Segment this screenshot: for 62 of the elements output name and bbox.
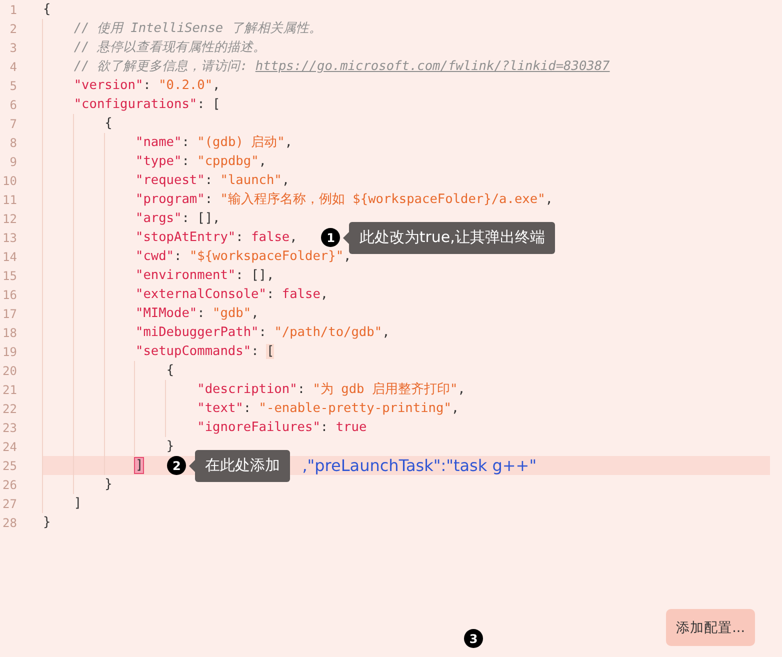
line-number: 13 (2, 230, 17, 244)
line-number: 9 (8, 154, 17, 168)
code-line: "MIMode": "gdb", (43, 304, 259, 323)
code-line: // 悬停以查看现有属性的描述。 (43, 38, 266, 57)
code-line: "text": "-enable-pretty-printing", (43, 399, 460, 418)
line-number: 15 (2, 268, 17, 282)
line-number: 22 (2, 402, 17, 416)
code-line: ] (43, 494, 82, 513)
line-number: 12 (2, 212, 17, 226)
annotation-text: ,"preLaunchTask":"task g++" (302, 456, 537, 475)
code-line: "miDebuggerPath": "/path/to/gdb", (43, 323, 390, 342)
code-line: { (43, 114, 112, 133)
line-number: 10 (2, 174, 17, 188)
bracket-highlight: [ (266, 344, 274, 359)
code-line: { (43, 361, 174, 380)
line-number: 11 (2, 192, 17, 206)
line-number: 5 (8, 78, 17, 92)
code-line: // 使用 IntelliSense 了解相关属性。 (43, 19, 322, 38)
line-number: 14 (2, 250, 17, 264)
code-line: "configurations": [ (43, 95, 220, 114)
line-number: 17 (2, 306, 17, 320)
line-number: 25 (2, 458, 17, 472)
code-line: "description": "为 gdb 启用整齐打印", (43, 380, 466, 399)
code-line: "type": "cppdbg", (43, 152, 266, 171)
code-line: "externalConsole": false, (43, 285, 328, 304)
line-number: 7 (8, 116, 17, 130)
line-number: 16 (2, 288, 17, 302)
line-number: 24 (2, 440, 17, 454)
code-line: "args": [], (43, 209, 220, 228)
number-badge: 2 (167, 456, 186, 475)
code-line: } (43, 475, 112, 494)
line-number: 2 (8, 22, 17, 36)
code-line: "setupCommands": [ (43, 342, 274, 361)
code-line: "stopAtEntry": false, (43, 228, 298, 247)
line-number: 8 (8, 136, 17, 150)
line-number: 28 (2, 516, 17, 530)
code-line: "version": "0.2.0", (43, 76, 220, 95)
line-number: 21 (2, 382, 17, 396)
code-line: "ignoreFailures": true (43, 418, 367, 437)
line-number: 6 (8, 98, 17, 112)
code-line: // 欲了解更多信息，请访问: https://go.microsoft.com/fwlink/?linkid=830387 (43, 57, 610, 76)
line-number: 20 (2, 364, 17, 378)
callout-tooltip: 在此处添加 (189, 450, 290, 482)
number-badge: 3 (464, 629, 483, 648)
line-number: 1 (8, 2, 17, 16)
line-number: 27 (2, 496, 17, 510)
bracket-highlight: ] (135, 458, 144, 473)
code-line: } (43, 437, 174, 456)
code-line: { (43, 1, 51, 19)
line-number: 26 (2, 478, 17, 492)
code-line: "program": "输入程序名称，例如 ${workspaceFolder}/a.exe", (43, 190, 553, 209)
line-number: 19 (2, 344, 17, 358)
code-line: "environment": [], (43, 266, 274, 285)
code-line: } (43, 514, 51, 532)
line-number: 18 (2, 326, 17, 340)
code-line: "name": "(gdb) 启动", (43, 133, 292, 152)
line-number: 23 (2, 420, 17, 434)
add-configuration-button[interactable]: 添加配置... (666, 609, 755, 646)
line-number: 4 (8, 60, 17, 74)
line-number: 3 (8, 40, 17, 54)
number-badge: 1 (321, 228, 340, 247)
code-line: "request": "launch", (43, 171, 290, 190)
